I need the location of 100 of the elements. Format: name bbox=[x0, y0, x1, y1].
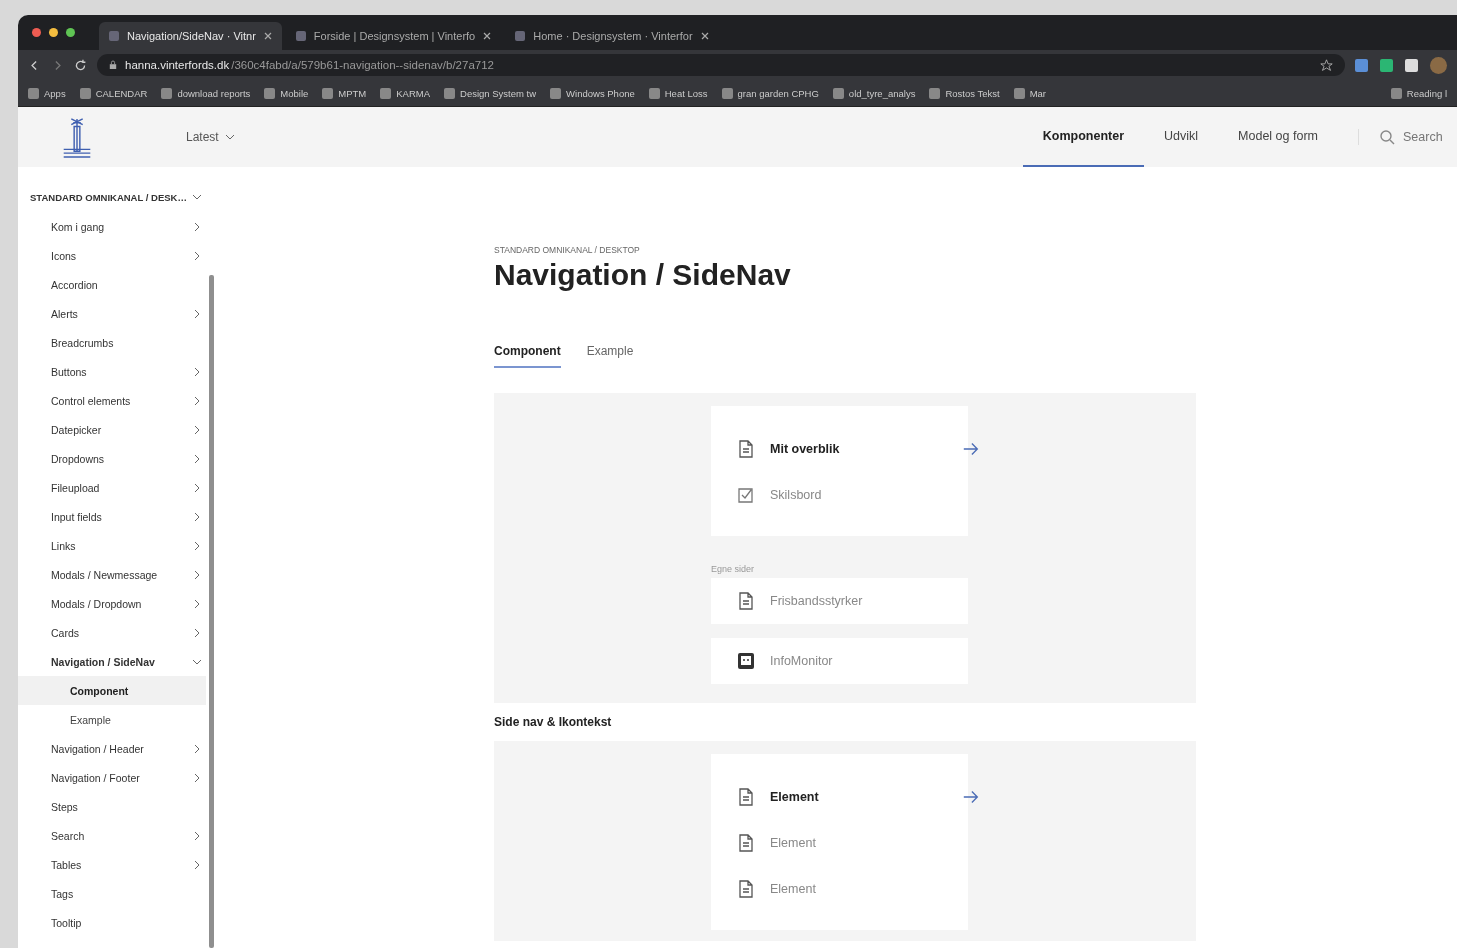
sidebar-item[interactable]: Fileupload bbox=[18, 473, 216, 502]
sidebar-item[interactable]: Modals / Newmessage bbox=[18, 560, 216, 589]
bookmark[interactable]: old_tyre_analys bbox=[832, 87, 916, 99]
menu-item[interactable]: Element bbox=[711, 866, 968, 912]
bookmark-icon bbox=[322, 87, 334, 99]
section-title: Side nav & Ikontekst bbox=[494, 715, 613, 729]
sidebar-item[interactable]: Buttons bbox=[18, 357, 216, 386]
bookmark-icon bbox=[161, 87, 173, 99]
sidebar-subitem[interactable]: Example bbox=[18, 705, 206, 734]
sidebar-item[interactable]: Cards bbox=[18, 618, 216, 647]
list-icon bbox=[1390, 87, 1402, 99]
close-icon[interactable] bbox=[700, 32, 709, 40]
reload-icon[interactable] bbox=[74, 58, 87, 72]
menu-item[interactable]: Element bbox=[711, 774, 968, 820]
favicon-icon bbox=[295, 31, 306, 41]
bookmark[interactable]: Apps bbox=[28, 87, 66, 99]
search-field[interactable]: Search bbox=[1401, 129, 1457, 145]
sidebar-item[interactable]: Alerts bbox=[18, 299, 216, 328]
group-label: Egne sider bbox=[711, 564, 756, 574]
sidebar-item[interactable]: Tags bbox=[18, 879, 216, 908]
sidebar-item[interactable]: Dropdowns bbox=[18, 444, 216, 473]
nav-link[interactable]: Udvikl bbox=[1144, 107, 1219, 167]
star-icon[interactable] bbox=[1320, 58, 1333, 72]
document-icon bbox=[736, 833, 756, 853]
bookmark[interactable]: Windows Phone bbox=[550, 87, 635, 99]
lock-icon[interactable] bbox=[109, 60, 117, 70]
document-icon bbox=[736, 787, 756, 807]
menu-item[interactable]: InfoMonitor bbox=[711, 638, 968, 684]
version-dropdown[interactable]: Latest bbox=[186, 130, 235, 144]
chevron-right-icon bbox=[192, 482, 202, 493]
browser-tab[interactable]: Home · Designsystem · Vinterfor bbox=[505, 22, 719, 50]
scrollbar[interactable] bbox=[209, 275, 214, 948]
bookmark-icon bbox=[1013, 87, 1025, 99]
sidebar-item[interactable]: Datepicker bbox=[18, 415, 216, 444]
menu-item[interactable]: Element bbox=[711, 820, 968, 866]
sidebar-item[interactable]: Accordion bbox=[18, 270, 216, 299]
bookmark[interactable]: Heat Loss bbox=[648, 87, 708, 99]
sidebar-item[interactable]: Steps bbox=[18, 792, 216, 821]
nav-link[interactable]: Komponenter bbox=[1022, 107, 1145, 167]
bookmark-icon bbox=[721, 87, 733, 99]
tab[interactable]: Component bbox=[494, 344, 561, 368]
chevron-right-icon bbox=[192, 743, 202, 754]
sidebar-item[interactable]: Links bbox=[18, 531, 216, 560]
sidebar-item[interactable]: Navigation / SideNav bbox=[18, 647, 216, 676]
extension-icon[interactable] bbox=[1380, 58, 1393, 72]
document-icon bbox=[736, 879, 756, 899]
nav-link[interactable]: Model og form bbox=[1218, 107, 1338, 167]
sidebar-item[interactable]: Icons bbox=[18, 241, 216, 270]
bookmark[interactable]: Design System tw bbox=[444, 87, 537, 99]
bookmark[interactable]: Mar bbox=[1013, 87, 1046, 99]
browser-tab[interactable]: Forside | Designsystem | Vinterfo bbox=[285, 22, 502, 50]
sidebar-item[interactable]: Navigation / Footer bbox=[18, 763, 216, 792]
sidebar-item[interactable]: Search bbox=[18, 821, 216, 850]
chevron-right-icon bbox=[192, 221, 202, 232]
minimize-window-icon[interactable] bbox=[49, 28, 58, 37]
chevron-right-icon bbox=[192, 453, 202, 464]
close-icon[interactable] bbox=[263, 32, 272, 40]
sidebar-heading[interactable]: STANDARD OMNIKANAL / DESK… bbox=[18, 187, 216, 207]
chevron-right-icon bbox=[192, 540, 202, 551]
close-window-icon[interactable] bbox=[32, 28, 41, 37]
page-title: Navigation / SideNav bbox=[494, 258, 792, 292]
extension-icon[interactable] bbox=[1405, 58, 1418, 72]
chevron-right-icon bbox=[192, 598, 202, 609]
chevron-right-icon bbox=[192, 627, 202, 638]
sidebar-item[interactable]: Control elements bbox=[18, 386, 216, 415]
bookmark[interactable]: download reports bbox=[161, 87, 251, 99]
tab[interactable]: Example bbox=[586, 344, 634, 368]
document-icon bbox=[736, 591, 756, 611]
bookmark[interactable]: Mobile bbox=[264, 87, 309, 99]
menu-item[interactable]: Frisbandsstyrker bbox=[711, 578, 968, 624]
browser-tab[interactable]: Navigation/SideNav · Vitnr bbox=[99, 22, 282, 50]
favicon-icon bbox=[109, 31, 119, 41]
extension-icon[interactable] bbox=[1355, 58, 1368, 72]
sidebar-item[interactable]: Breadcrumbs bbox=[18, 328, 216, 357]
arrow-right-icon bbox=[962, 440, 980, 458]
bookmark[interactable]: Rostos Tekst bbox=[929, 87, 1000, 99]
bookmark[interactable]: CALENDAR bbox=[79, 87, 148, 99]
reading-list[interactable]: Reading l bbox=[1390, 87, 1447, 99]
sidebar-item[interactable]: Modals / Dropdown bbox=[18, 589, 216, 618]
bookmark[interactable]: KARMA bbox=[380, 87, 431, 99]
sidebar-item[interactable]: Tooltip bbox=[18, 908, 216, 937]
close-icon[interactable] bbox=[483, 32, 492, 40]
chevron-right-icon bbox=[192, 424, 202, 435]
chevron-right-icon bbox=[192, 830, 202, 841]
sidebar-item[interactable]: Input fields bbox=[18, 502, 216, 531]
bookmark[interactable]: MPTM bbox=[322, 87, 367, 99]
chevron-right-icon bbox=[192, 308, 202, 319]
chevron-down-icon bbox=[192, 192, 202, 202]
sidebar-item[interactable]: Tables bbox=[18, 850, 216, 879]
sidebar-item[interactable]: Kom i gang bbox=[18, 212, 216, 241]
avatar-icon[interactable] bbox=[1430, 56, 1447, 74]
chevron-right-icon bbox=[192, 366, 202, 377]
menu-item[interactable]: Skilsbord bbox=[711, 472, 968, 518]
bookmark[interactable]: gran garden CPHG bbox=[721, 87, 819, 99]
address-field[interactable]: hanna.vinterfords.dk /360c4fabd/a/579b61-navigation--sidenav/b/27a712 bbox=[97, 54, 1345, 76]
bookmark-icon bbox=[264, 87, 276, 99]
menu-item[interactable]: Mit overblik bbox=[711, 426, 968, 472]
maximize-window-icon[interactable] bbox=[66, 28, 75, 37]
sidebar-item[interactable]: Navigation / Header bbox=[18, 734, 216, 763]
sidebar-subitem[interactable]: Component bbox=[18, 676, 206, 705]
